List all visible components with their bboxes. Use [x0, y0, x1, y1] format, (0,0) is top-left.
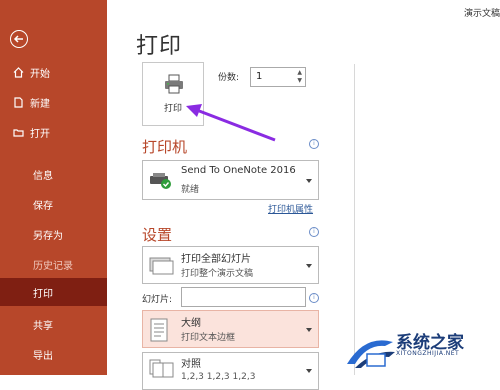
info-icon[interactable]: i — [309, 139, 319, 149]
printer-section-title: 打印机 — [142, 138, 188, 156]
settings-section-title: 设置 — [142, 226, 173, 244]
sidebar-item-label: 打印 — [33, 288, 53, 300]
collate-pages-icon — [149, 359, 174, 378]
printer-icon — [165, 74, 183, 94]
slides-input[interactable] — [181, 287, 306, 307]
spin-up-icon[interactable]: ▲ — [297, 70, 302, 76]
annotation-arrow-icon — [186, 104, 276, 142]
backstage-sidebar: 开始 新建 打开 信息 保存 另存为 历史记录 打印 共享 导出 — [0, 0, 107, 375]
print-range-dropdown[interactable]: 打印全部幻灯片 打印整个演示文稿 — [142, 246, 319, 284]
sidebar-item-open[interactable]: 打开 — [0, 118, 107, 146]
info-icon[interactable]: i — [309, 293, 319, 303]
sidebar-item-label: 打开 — [30, 128, 50, 140]
sidebar-item-export[interactable]: 导出 — [0, 340, 107, 368]
app-title: 演示文稿 — [463, 9, 500, 19]
sidebar-item-print[interactable]: 打印 — [0, 278, 107, 306]
chevron-down-icon — [306, 264, 312, 268]
outline-page-icon — [150, 318, 168, 342]
sidebar-item-new[interactable]: 新建 — [0, 88, 107, 116]
printer-dropdown[interactable]: Send To OneNote 2016 就绪 — [142, 160, 319, 200]
slides-label: 幻灯片: — [142, 295, 173, 305]
printer-name: Send To OneNote 2016 — [181, 165, 296, 176]
collation-dropdown[interactable]: 对照 1,2,3 1,2,3 1,2,3 — [142, 352, 319, 390]
print-layout-line2: 打印文本边框 — [181, 333, 236, 343]
chevron-down-icon — [306, 328, 312, 332]
home-icon — [12, 66, 24, 78]
sidebar-item-share[interactable]: 共享 — [0, 310, 107, 338]
print-range-line1: 打印全部幻灯片 — [181, 254, 251, 265]
slides-stack-icon — [149, 257, 174, 275]
chevron-down-icon — [306, 179, 312, 183]
sidebar-item-history[interactable]: 历史记录 — [0, 250, 107, 278]
copies-stepper[interactable]: 1 ▲ ▼ — [250, 67, 306, 87]
info-icon[interactable]: i — [309, 227, 319, 237]
sidebar-item-save-as[interactable]: 另存为 — [0, 220, 107, 248]
new-file-icon — [12, 96, 24, 108]
spin-down-icon[interactable]: ▼ — [297, 78, 302, 84]
sidebar-item-label: 开始 — [30, 68, 50, 80]
print-range-line2: 打印整个演示文稿 — [181, 269, 254, 279]
sidebar-item-info[interactable]: 信息 — [0, 160, 107, 188]
page-title: 打印 — [136, 34, 183, 59]
chevron-down-icon — [306, 369, 312, 373]
sidebar-item-label: 保存 — [33, 200, 53, 212]
sidebar-item-label: 另存为 — [33, 230, 63, 242]
sidebar-item-label: 信息 — [33, 170, 53, 182]
sidebar-item-label: 共享 — [33, 320, 53, 332]
printer-status: 就绪 — [181, 185, 200, 195]
copies-label: 份数: — [218, 73, 240, 83]
folder-open-icon — [12, 126, 24, 138]
watermark-subtext: XITONGZHIJIA.NET — [396, 350, 460, 357]
collation-line2: 1,2,3 1,2,3 1,2,3 — [181, 372, 256, 382]
sidebar-item-label: 导出 — [33, 350, 53, 362]
printer-ready-icon — [150, 173, 171, 189]
copies-value: 1 — [256, 71, 263, 82]
print-layout-line1: 大纲 — [181, 318, 201, 329]
sidebar-item-label: 新建 — [30, 98, 50, 110]
print-layout-dropdown[interactable]: 大纲 打印文本边框 — [142, 310, 319, 348]
sidebar-item-label: 历史记录 — [33, 260, 73, 272]
sidebar-item-save[interactable]: 保存 — [0, 190, 107, 218]
sidebar-item-home[interactable]: 开始 — [0, 58, 107, 86]
back-arrow-icon[interactable] — [10, 30, 28, 48]
collation-line1: 对照 — [181, 359, 201, 370]
printer-properties-link[interactable]: 打印机属性 — [268, 202, 313, 215]
